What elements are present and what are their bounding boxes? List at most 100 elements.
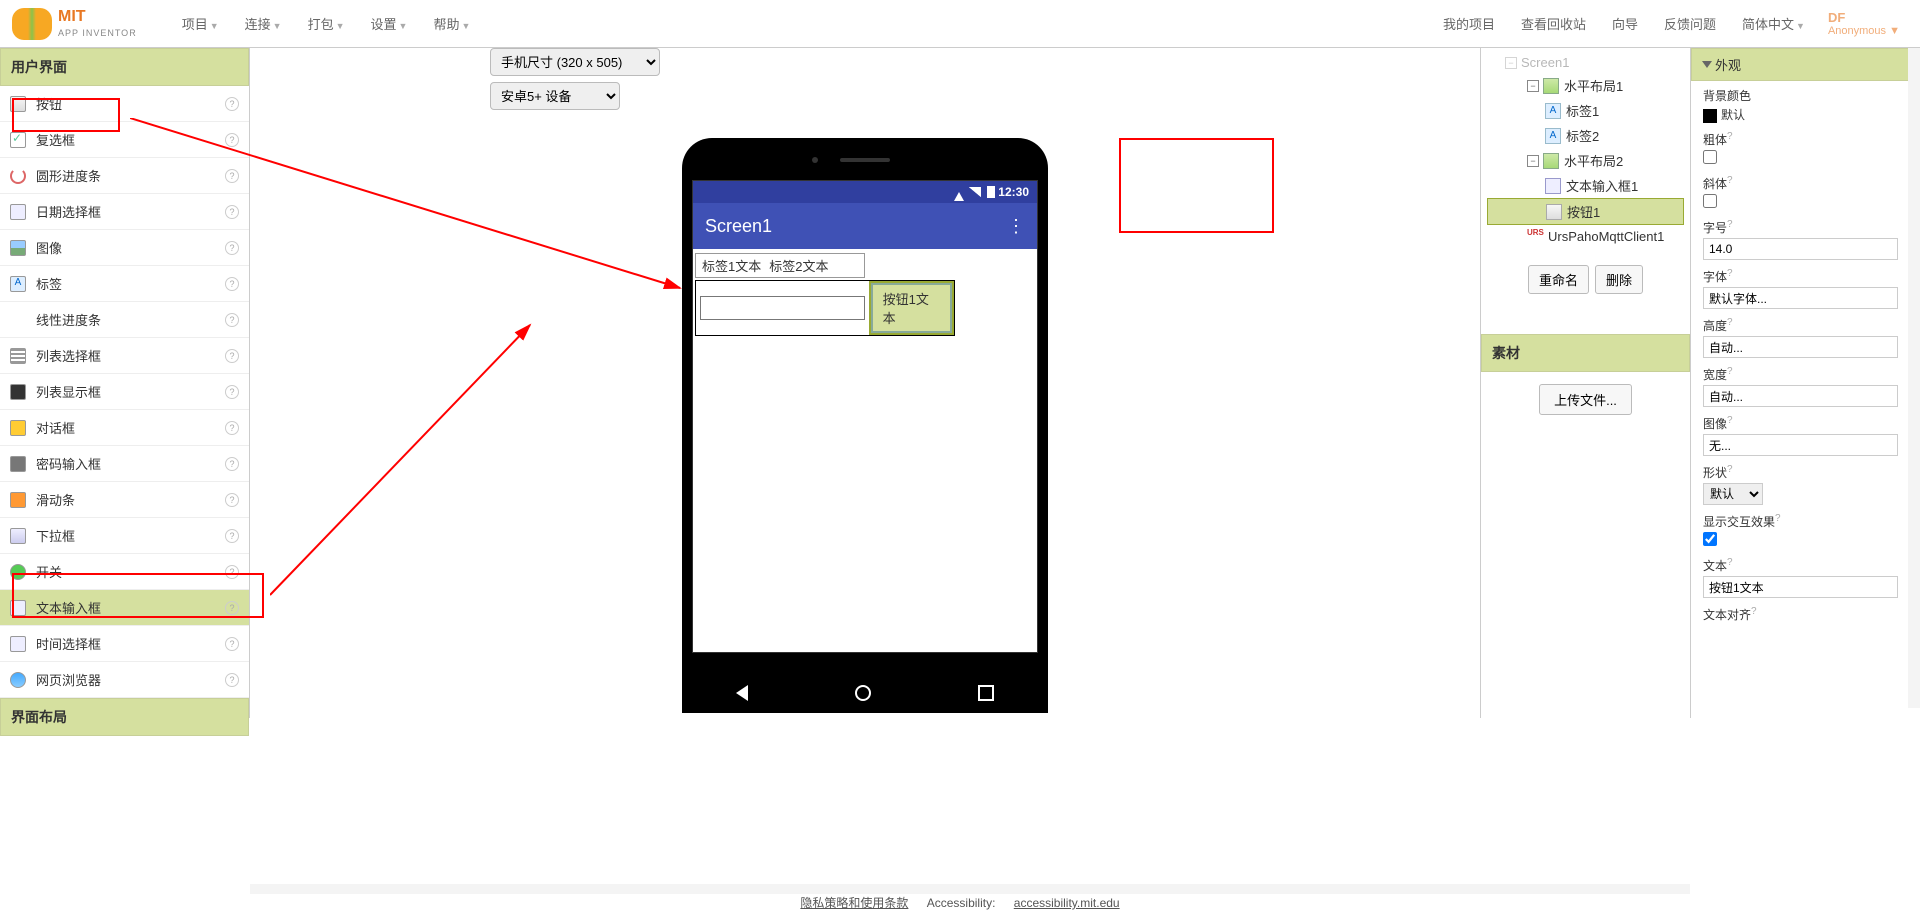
scrollbar-horizontal[interactable]: [250, 884, 1690, 894]
tree-ha2[interactable]: −水平布局2: [1487, 148, 1684, 173]
help-icon[interactable]: ?: [225, 529, 239, 543]
tree-label2[interactable]: 标签2: [1487, 123, 1684, 148]
scrollbar-vertical[interactable]: [1908, 48, 1920, 708]
upload-file-button[interactable]: 上传文件...: [1539, 384, 1632, 415]
palette-item-13[interactable]: 开关?: [0, 554, 249, 590]
properties-header[interactable]: 外观: [1691, 48, 1920, 81]
tree-button1[interactable]: 按钮1: [1487, 198, 1684, 225]
footer: 隐私策略和使用条款 Accessibility: accessibility.m…: [0, 894, 1920, 912]
help-icon[interactable]: ?: [225, 97, 239, 111]
text-input[interactable]: [1703, 576, 1898, 598]
palette-item-7[interactable]: 列表选择框?: [0, 338, 249, 374]
nav-lang[interactable]: 简体中文▼: [1729, 5, 1818, 42]
palette-item-label: 列表显示框: [36, 382, 101, 401]
help-icon[interactable]: ?: [225, 493, 239, 507]
delete-button[interactable]: 删除: [1595, 265, 1643, 294]
palette-item-8[interactable]: 列表显示框?: [0, 374, 249, 410]
palette-item-label: 标签: [36, 274, 62, 293]
phone-camera-icon: [812, 157, 818, 163]
palette-item-11[interactable]: 滑动条?: [0, 482, 249, 518]
shape-select[interactable]: 默认: [1703, 483, 1763, 505]
fontface-input[interactable]: [1703, 287, 1898, 309]
mock-label-2[interactable]: 标签2文本: [765, 256, 832, 275]
label-icon: [1545, 128, 1561, 144]
collapse-icon[interactable]: −: [1527, 155, 1539, 167]
help-icon[interactable]: ?: [225, 313, 239, 327]
help-icon[interactable]: ?: [225, 205, 239, 219]
components-panel: −Screen1 −水平布局1 标签1 标签2 −水平布局2 文本输入框1 按钮…: [1480, 48, 1690, 718]
palette-item-label: 按钮: [36, 94, 62, 113]
palette-header-ui[interactable]: 用户界面: [0, 48, 249, 86]
accessibility-link[interactable]: accessibility.mit.edu: [1014, 896, 1120, 910]
feedback-checkbox[interactable]: [1703, 532, 1717, 546]
tree-mqtt[interactable]: URSUrsPahoMqttClient1: [1487, 225, 1684, 247]
help-icon[interactable]: ?: [225, 385, 239, 399]
mock-textbox-1[interactable]: [700, 296, 865, 320]
help-icon[interactable]: ?: [225, 601, 239, 615]
help-icon[interactable]: ?: [225, 277, 239, 291]
palette-item-1[interactable]: 复选框?: [0, 122, 249, 158]
prop-align: 文本对齐?: [1691, 600, 1920, 627]
nav-build[interactable]: 打包▼: [295, 5, 358, 42]
italic-checkbox[interactable]: [1703, 194, 1717, 208]
help-icon[interactable]: ?: [225, 241, 239, 255]
palette-item-label: 开关: [36, 562, 62, 581]
user-anon[interactable]: DF Anonymous ▼: [1828, 10, 1900, 37]
nav-guide[interactable]: 向导: [1599, 5, 1651, 42]
help-icon[interactable]: ?: [225, 133, 239, 147]
logo[interactable]: MIT APP INVENTOR: [0, 8, 149, 40]
palette-item-6[interactable]: 线性进度条?: [0, 302, 249, 338]
tree-screen1[interactable]: −Screen1: [1487, 52, 1684, 73]
nav-feedback[interactable]: 反馈问题: [1651, 5, 1729, 42]
nav-trash[interactable]: 查看回收站: [1508, 5, 1599, 42]
palette-item-label: 列表选择框: [36, 346, 101, 365]
mock-label-1[interactable]: 标签1文本: [698, 256, 765, 275]
phone-size-select[interactable]: 手机尺寸 (320 x 505): [490, 48, 660, 76]
nav-connect[interactable]: 连接▼: [232, 5, 295, 42]
palette-header-layout[interactable]: 界面布局: [0, 698, 249, 736]
palette-item-5[interactable]: 标签?: [0, 266, 249, 302]
width-input[interactable]: [1703, 385, 1898, 407]
height-input[interactable]: [1703, 336, 1898, 358]
nav-my-projects[interactable]: 我的项目: [1430, 5, 1508, 42]
palette-item-14[interactable]: 文本输入框?: [0, 590, 249, 626]
help-icon[interactable]: ?: [225, 637, 239, 651]
bold-checkbox[interactable]: [1703, 150, 1717, 164]
mock-horizontal-arrangement-1[interactable]: 标签1文本 标签2文本: [695, 253, 865, 278]
help-icon[interactable]: ?: [225, 169, 239, 183]
mock-button-1[interactable]: 按钮1文本: [871, 283, 952, 333]
nav-settings[interactable]: 设置▼: [358, 5, 421, 42]
help-icon[interactable]: ?: [225, 565, 239, 579]
palette-item-2[interactable]: 圆形进度条?: [0, 158, 249, 194]
image-input[interactable]: [1703, 434, 1898, 456]
mock-horizontal-arrangement-2[interactable]: 按钮1文本: [695, 280, 955, 336]
tree-ha1[interactable]: −水平布局1: [1487, 73, 1684, 98]
palette-item-16[interactable]: 网页浏览器?: [0, 662, 249, 698]
fontsize-input[interactable]: [1703, 238, 1898, 260]
palette-item-4[interactable]: 图像?: [0, 230, 249, 266]
rename-button[interactable]: 重命名: [1528, 265, 1589, 294]
palette-item-0[interactable]: 按钮?: [0, 86, 249, 122]
nav-help[interactable]: 帮助▼: [420, 5, 483, 42]
prop-fontface: 字体?: [1691, 262, 1920, 311]
nav-projects[interactable]: 项目▼: [169, 5, 232, 42]
android-version-select[interactable]: 安卓5+ 设备: [490, 82, 620, 110]
palette-item-12[interactable]: 下拉框?: [0, 518, 249, 554]
help-icon[interactable]: ?: [225, 673, 239, 687]
palette-item-10[interactable]: 密码输入框?: [0, 446, 249, 482]
help-icon[interactable]: ?: [225, 421, 239, 435]
help-icon[interactable]: ?: [225, 457, 239, 471]
palette-item-15[interactable]: 时间选择框?: [0, 626, 249, 662]
tree-textbox1[interactable]: 文本输入框1: [1487, 173, 1684, 198]
help-icon[interactable]: ?: [225, 349, 239, 363]
palette-item-9[interactable]: 对话框?: [0, 410, 249, 446]
palette-item-3[interactable]: 日期选择框?: [0, 194, 249, 230]
phone-screen[interactable]: 12:30 Screen1 ⋮ 标签1文本 标签2文本 按钮1文本: [692, 180, 1038, 653]
privacy-link[interactable]: 隐私策略和使用条款: [800, 896, 908, 910]
bgcolor-value[interactable]: 默认: [1703, 106, 1908, 123]
tree-label1[interactable]: 标签1: [1487, 98, 1684, 123]
collapse-icon[interactable]: −: [1527, 80, 1539, 92]
collapse-icon[interactable]: −: [1505, 57, 1517, 69]
palette-item-icon: [10, 564, 26, 580]
signal-icon: [969, 187, 981, 197]
